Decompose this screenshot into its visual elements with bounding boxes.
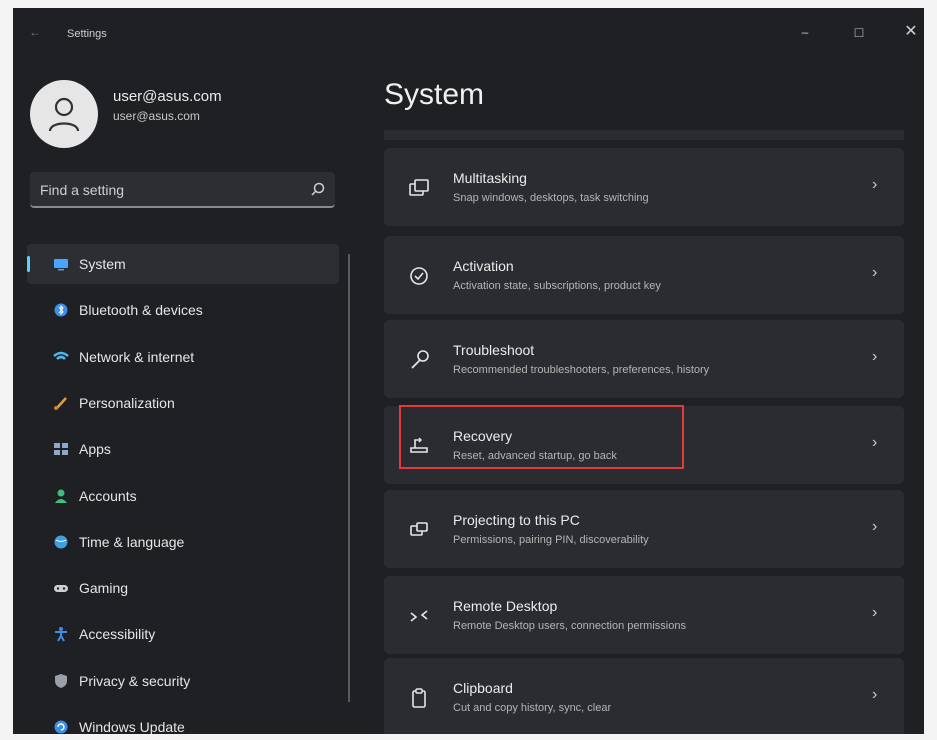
card-subtitle: Remote Desktop users, connection permiss… [453,620,686,632]
sidebar-item-label: Bluetooth & devices [79,302,203,319]
setting-card-projecting-to-this-pc[interactable]: Projecting to this PC Permissions, pairin… [384,490,904,568]
sidebar-item-label: Time & language [79,533,185,550]
troubleshoot-icon [411,350,429,369]
search-placeholder: Find a setting [40,182,125,198]
update-icon [54,720,68,734]
sidebar-item-personalization[interactable]: Personalization [27,383,339,423]
user-email: user@asus.com [113,109,200,123]
sidebar-item-label: Personalization [79,394,175,411]
sidebar-item-label: Accounts [79,487,137,504]
card-subtitle: Cut and copy history, sync, clear [453,702,612,714]
avatar[interactable] [30,80,98,148]
title-bar: ← Settings – □ ✕ [13,8,924,56]
sidebar-item-accessibility[interactable]: Accessibility [27,614,339,654]
card-title: Remote Desktop [453,598,558,614]
page-title: System [384,78,485,111]
sidebar-item-network-and-internet[interactable]: Network & internet [27,337,339,377]
sidebar-item-label: Privacy & security [79,672,191,689]
previous-card-edge [384,130,904,140]
chevron-right-icon: › [872,176,878,193]
bluetooth-icon [54,303,68,317]
sidebar-item-label: Gaming [79,580,129,597]
card-title: Troubleshoot [453,342,535,358]
setting-card-remote-desktop[interactable]: Remote Desktop Remote Desktop users, conn… [384,576,904,654]
setting-card-activation[interactable]: Activation Activation state, subscription… [384,236,904,314]
sidebar-item-system[interactable]: System [27,244,339,284]
card-subtitle: Activation state, subscriptions, product… [453,280,661,292]
app-title: Settings [67,28,107,40]
network-icon [53,351,69,360]
sidebar-item-label: System [79,256,126,272]
card-subtitle: Snap windows, desktops, task switching [453,192,649,204]
accounts-icon [55,489,67,503]
card-subtitle: Recommended troubleshooters, preferences… [453,364,710,376]
user-name: user@asus.com [113,88,222,105]
system-icon [54,259,68,271]
projecting-icon [410,522,428,536]
back-icon[interactable]: ← [29,25,41,39]
multitasking-icon [409,179,429,196]
sidebar-item-label: Apps [79,441,111,458]
setting-card-clipboard[interactable]: Clipboard Cut and copy history, sync, cle… [384,658,904,734]
maximize-button[interactable]: □ [839,20,879,44]
sidebar-item-apps[interactable]: Apps [27,429,339,469]
chevron-right-icon: › [872,434,878,451]
apps-icon [54,443,68,456]
sidebar-item-bluetooth-and-devices[interactable]: Bluetooth & devices [27,290,339,330]
shield-icon [55,673,67,688]
settings-window: ← Settings – □ ✕ user@asus.com user@asus… [13,8,924,734]
card-title: Clipboard [453,680,513,696]
sidebar-item-label: Accessibility [79,626,156,643]
card-title: Multitasking [453,170,527,186]
selection-indicator [27,256,30,272]
setting-card-troubleshoot[interactable]: Troubleshoot Recommended troubleshooters,… [384,320,904,398]
sidebar-item-privacy-and-security[interactable]: Privacy & security [27,661,339,701]
close-button[interactable]: ✕ [891,20,924,44]
globe-icon [54,535,68,549]
sidebar-item-windows-update[interactable]: Windows Update [27,707,339,734]
sidebar-item-time-and-language[interactable]: Time & language [27,522,339,562]
chevron-right-icon: › [872,348,878,365]
clipboard-icon [412,688,426,708]
setting-card-multitasking[interactable]: Multitasking Snap windows, desktops, task… [384,148,904,226]
brush-icon [54,397,67,410]
sidebar-item-gaming[interactable]: Gaming [27,568,339,608]
sidebar-item-label: Windows Update [79,719,185,734]
card-title: Activation [453,258,514,274]
sidebar-item-accounts[interactable]: Accounts [27,476,339,516]
search-icon [311,182,325,196]
search-input[interactable]: Find a setting [30,172,335,208]
recovery-highlight-box [399,405,684,469]
accessibility-icon [55,627,67,642]
remote-desktop-icon [410,610,428,622]
chevron-right-icon: › [872,686,878,703]
card-title: Projecting to this PC [453,512,580,528]
card-subtitle: Permissions, pairing PIN, discoverabilit… [453,534,649,546]
gamepad-icon [54,585,68,593]
minimize-button[interactable]: – [785,20,825,44]
sidebar-scrollbar[interactable] [348,254,350,702]
activation-icon [410,267,428,285]
chevron-right-icon: › [872,518,878,535]
chevron-right-icon: › [872,264,878,281]
chevron-right-icon: › [872,604,878,621]
sidebar-item-label: Network & internet [79,348,195,365]
person-icon [48,97,80,132]
